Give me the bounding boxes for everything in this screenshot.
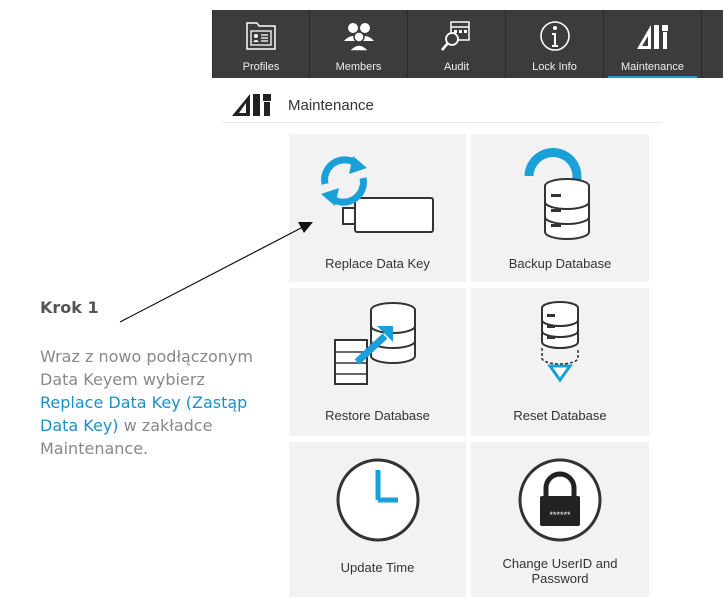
clock-icon	[336, 458, 420, 542]
padlock-icon: ******	[518, 458, 602, 542]
tile-label: Backup Database	[508, 256, 612, 271]
maintenance-tools-icon	[230, 94, 286, 123]
update-time-tile[interactable]: Update Time	[289, 442, 466, 597]
tab-members[interactable]: Members	[310, 10, 408, 78]
tile-label-line1: Change UserID and	[502, 556, 618, 571]
members-icon	[310, 17, 407, 55]
tile-label: Reset Database	[513, 408, 607, 423]
tab-maintenance[interactable]: Maintenance	[604, 10, 702, 78]
maintenance-tools-icon	[604, 17, 701, 55]
top-tab-bar: Profiles Members Audit Lock Info Mainten…	[212, 10, 723, 78]
instruction-text: Wraz z nowo podłączonym Data Keyem wybie…	[40, 347, 253, 389]
section-header: Maintenance	[222, 92, 662, 123]
step-instruction: Wraz z nowo podłączonym Data Keyem wybie…	[40, 345, 260, 460]
tile-label: Change UserID and Password	[471, 556, 649, 586]
tab-label: Maintenance	[621, 61, 684, 73]
tab-label: Members	[335, 61, 382, 73]
tab-label: Lock Info	[532, 61, 577, 73]
tab-profiles[interactable]: Profiles	[212, 10, 310, 78]
tile-label: Restore Database	[325, 408, 430, 423]
change-userid-password-tile[interactable]: ****** Change UserID and Password	[471, 442, 649, 597]
backup-database-tile[interactable]: Backup Database	[471, 134, 649, 282]
tab-label: Audit	[443, 61, 470, 73]
masked-password-text: ******	[549, 510, 571, 520]
replace-data-key-tile[interactable]: Replace Data Key	[289, 134, 466, 282]
backup-database-icon	[524, 148, 590, 240]
page-title: Maintenance	[288, 97, 374, 114]
step-heading: Krok 1	[40, 298, 99, 317]
profile-card-icon	[213, 17, 309, 55]
info-icon	[506, 17, 603, 55]
tab-lock-info[interactable]: Lock Info	[506, 10, 604, 78]
tile-label: Replace Data Key	[325, 256, 430, 271]
reset-database-tile[interactable]: Reset Database	[471, 288, 649, 436]
replace-data-key-icon	[321, 156, 434, 233]
tile-label-line2: Password	[531, 571, 589, 586]
tile-label: Update Time	[340, 560, 415, 575]
tab-audit[interactable]: Audit	[408, 10, 506, 78]
restore-database-tile[interactable]: Restore Database	[289, 288, 466, 436]
audit-icon	[408, 17, 505, 55]
tab-label: Profiles	[242, 61, 280, 73]
reset-database-icon	[541, 301, 579, 383]
restore-database-icon	[334, 302, 416, 385]
